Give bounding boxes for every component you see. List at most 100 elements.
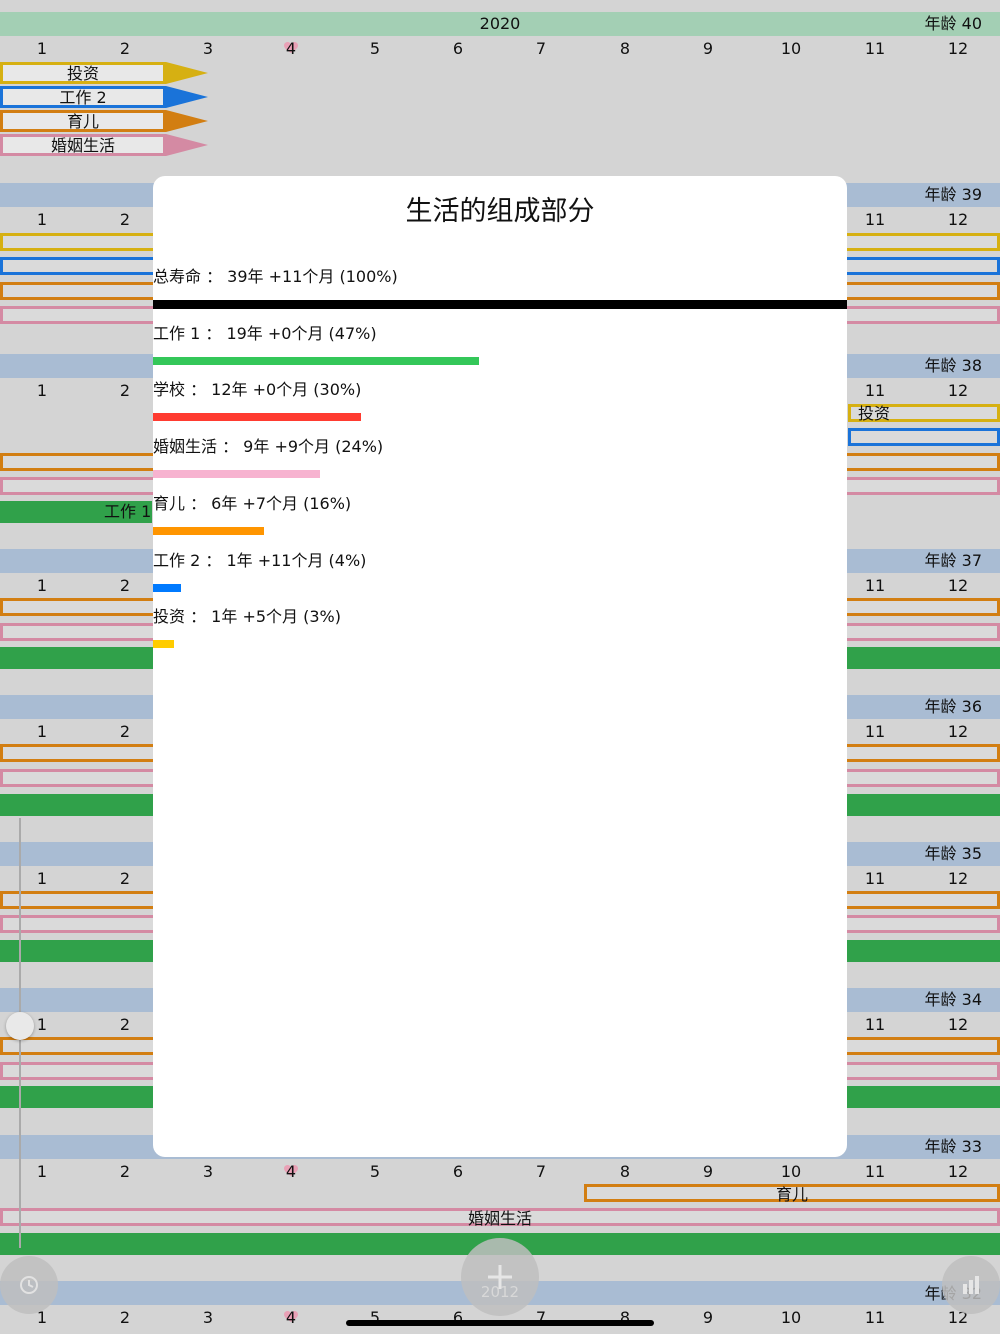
month-label: 2 bbox=[119, 381, 131, 400]
add-button-year: 2012 bbox=[480, 1283, 520, 1301]
year-slider-knob[interactable] bbox=[6, 1012, 34, 1040]
month-label: 4 bbox=[285, 1308, 297, 1327]
statistics-button[interactable] bbox=[942, 1256, 1000, 1314]
month-label: 2 bbox=[119, 722, 131, 741]
month-label: 12 bbox=[947, 210, 969, 229]
stat-bar bbox=[153, 583, 181, 592]
month-label: 11 bbox=[864, 381, 886, 400]
month-label: 2 bbox=[119, 39, 131, 58]
month-label: 11 bbox=[864, 869, 886, 888]
bar-chart-icon bbox=[963, 1276, 979, 1294]
stat-bar bbox=[153, 640, 174, 649]
month-label: 1 bbox=[36, 381, 48, 400]
age-label: 年龄 39 bbox=[925, 183, 982, 207]
investment-bar-label: 投资 bbox=[858, 404, 891, 423]
month-label: 10 bbox=[780, 39, 802, 58]
month-label: 8 bbox=[619, 39, 631, 58]
month-label: 4 bbox=[285, 1162, 297, 1181]
childcare-bar-label: 育儿 bbox=[775, 1185, 808, 1204]
month-label: 5 bbox=[369, 39, 381, 58]
marriage-bar-label: 婚姻生活 bbox=[467, 1209, 532, 1228]
month-label: 9 bbox=[702, 1162, 714, 1181]
stat-bar bbox=[153, 413, 361, 422]
life-composition-dialog[interactable]: 生活的组成部分 总寿命 ： 39年 +11个月 (100%) 工作 1 ： 19年… bbox=[153, 176, 847, 1157]
stat-bar bbox=[153, 300, 847, 309]
age-label: 年龄 36 bbox=[925, 695, 982, 719]
month-label: 1 bbox=[36, 869, 48, 888]
age-prefix: 年龄 bbox=[924, 697, 962, 716]
month-label: 1 bbox=[36, 576, 48, 595]
month-label: 12 bbox=[947, 722, 969, 741]
age-label: 年龄 38 bbox=[925, 354, 982, 378]
stat-label: 总寿命 ： 39年 +11个月 (100%) bbox=[153, 267, 398, 286]
age-prefix: 年龄 bbox=[924, 185, 962, 204]
age-value: 38 bbox=[961, 356, 982, 375]
month-label: 12 bbox=[947, 1015, 969, 1034]
age-prefix: 年龄 bbox=[924, 551, 962, 570]
stat-bar bbox=[153, 526, 264, 535]
plus-icon bbox=[488, 1265, 512, 1289]
work1-bar-label: 工作 1 bbox=[104, 502, 152, 521]
legend-label: 育儿 bbox=[0, 110, 166, 132]
age-label: 年龄 34 bbox=[925, 988, 982, 1012]
age-label: 年龄 35 bbox=[925, 842, 982, 866]
age-value: 39 bbox=[961, 185, 982, 204]
month-label: 2 bbox=[119, 1308, 131, 1327]
stat-label: 育儿 ： 6年 +7个月 (16%) bbox=[153, 493, 352, 513]
month-label: 7 bbox=[535, 39, 547, 58]
age-value: 34 bbox=[961, 990, 982, 1009]
month-label: 2 bbox=[119, 1162, 131, 1181]
month-label: 6 bbox=[452, 39, 464, 58]
home-indicator[interactable] bbox=[346, 1320, 654, 1326]
month-label: 1 bbox=[36, 1162, 48, 1181]
age-value: 33 bbox=[961, 1137, 982, 1156]
legend-arrow-icon bbox=[166, 134, 208, 156]
stat-label: 工作 1 ： 19年 +0个月 (47%) bbox=[153, 323, 377, 343]
age-prefix: 年龄 bbox=[924, 844, 962, 863]
month-label: 2 bbox=[119, 1015, 131, 1034]
history-button[interactable] bbox=[0, 1256, 58, 1314]
month-label: 11 bbox=[864, 210, 886, 229]
age-label: 年龄 40 bbox=[925, 12, 982, 36]
month-label: 10 bbox=[780, 1162, 802, 1181]
month-label: 1 bbox=[36, 722, 48, 741]
stat-bar bbox=[153, 470, 320, 479]
age-label: 年龄 37 bbox=[925, 549, 982, 573]
month-label: 10 bbox=[780, 1308, 802, 1327]
age-label: 年龄 33 bbox=[925, 1135, 982, 1159]
month-label: 12 bbox=[947, 39, 969, 58]
month-label: 9 bbox=[702, 39, 714, 58]
month-label: 11 bbox=[864, 39, 886, 58]
month-label: 11 bbox=[864, 1162, 886, 1181]
month-label: 3 bbox=[202, 1162, 214, 1181]
work2-bar[interactable] bbox=[848, 428, 1000, 446]
month-label: 12 bbox=[947, 576, 969, 595]
year-label: 2020 bbox=[479, 14, 521, 33]
month-label: 3 bbox=[202, 39, 214, 58]
age-prefix: 年龄 bbox=[924, 990, 962, 1009]
legend-label: 工作 2 bbox=[0, 86, 166, 108]
age-prefix: 年龄 bbox=[924, 14, 962, 33]
month-label: 12 bbox=[947, 1162, 969, 1181]
stat-label: 工作 2 ： 1年 +11个月 (4%) bbox=[153, 550, 367, 570]
month-label: 1 bbox=[36, 210, 48, 229]
month-label: 11 bbox=[864, 1308, 886, 1327]
month-label: 11 bbox=[864, 722, 886, 741]
month-label: 2 bbox=[119, 576, 131, 595]
legend-label: 投资 bbox=[0, 62, 166, 84]
age-value: 40 bbox=[961, 14, 982, 33]
month-label: 3 bbox=[202, 1308, 214, 1327]
add-button[interactable] bbox=[461, 1238, 539, 1316]
clock-icon bbox=[20, 1276, 38, 1294]
age-prefix: 年龄 bbox=[924, 1137, 962, 1156]
age-value: 35 bbox=[961, 844, 982, 863]
age-prefix: 年龄 bbox=[924, 356, 962, 375]
stat-label: 婚姻生活 ： 9年 +9个月 (24%) bbox=[153, 437, 384, 457]
month-label: 8 bbox=[619, 1308, 631, 1327]
legend-label: 婚姻生活 bbox=[0, 134, 166, 156]
month-label: 5 bbox=[369, 1162, 381, 1181]
legend-arrow-icon bbox=[166, 62, 208, 84]
age-value: 36 bbox=[961, 697, 982, 716]
month-label: 12 bbox=[947, 381, 969, 400]
dialog-title: 生活的组成部分 bbox=[405, 196, 595, 227]
